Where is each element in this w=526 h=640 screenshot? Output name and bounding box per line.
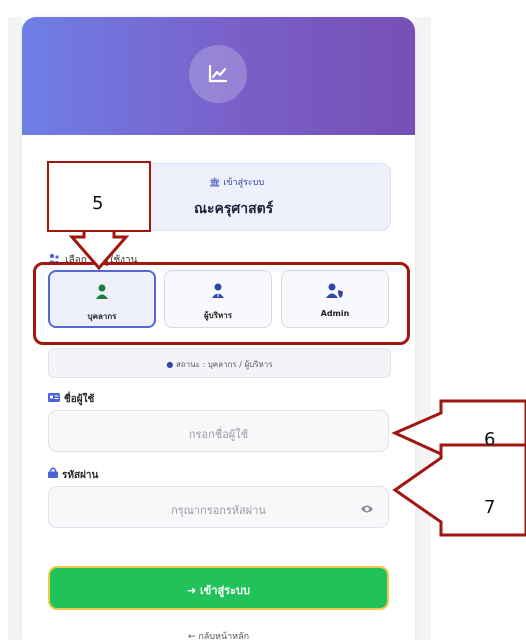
annotation-6: 6 — [484, 429, 496, 450]
arrow-5 — [68, 228, 130, 271]
annotation-arrows — [68, 228, 526, 537]
arrow-7 — [392, 443, 526, 537]
annotation-7: 7 — [484, 497, 496, 518]
annotation-5: 5 — [92, 193, 104, 214]
